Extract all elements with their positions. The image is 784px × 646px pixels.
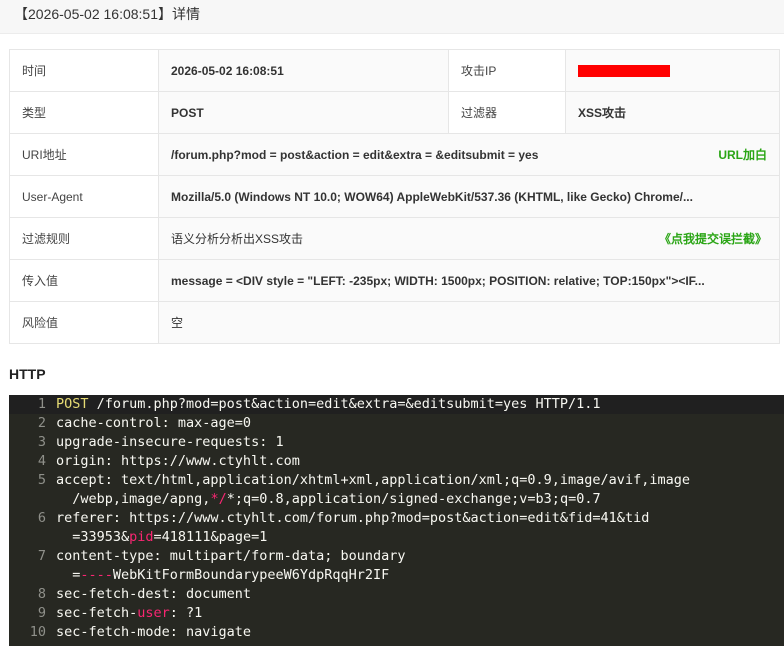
code-token: =418111&page=1 (153, 529, 268, 545)
table-row: 类型 POST 过滤器 XSS攻击 (9, 91, 780, 134)
code-token: = (56, 567, 81, 583)
code-text: sec-fetch-dest: document (56, 585, 784, 604)
detail-title-bar: 【2026-05-02 16:08:51】详情 (0, 0, 784, 34)
line-number: 4 (37, 453, 46, 469)
code-token: /webp,image/apng, (56, 491, 211, 507)
http-code-viewer[interactable]: 1 POST /forum.php?mod=post&action=edit&ex… (9, 395, 784, 646)
filter-rule-cell: 语义分析分析出XSS攻击 《点我提交误拦截》 (158, 217, 780, 260)
table-row: User-Agent Mozilla/5.0 (Windows NT 10.0;… (9, 175, 780, 218)
code-token: sec-fetch-mode: navigate (56, 624, 252, 640)
detail-table: 时间 2026-05-02 16:08:51 攻击IP 类型 POST 过滤器 … (9, 49, 780, 344)
code-token: */ (210, 491, 227, 507)
http-heading: HTTP (9, 366, 46, 382)
filter-label: 过滤器 (448, 91, 566, 134)
code-line: 2 cache-control: max-age=0 (9, 414, 784, 433)
line-number: 8 (37, 586, 46, 602)
table-row: 传入值 message = <DIV style = "LEFT: -235px… (9, 259, 780, 302)
line-number: 6 (37, 510, 46, 526)
code-line: 8 sec-fetch-dest: document (9, 585, 784, 604)
http-method-token: POST (56, 396, 89, 412)
code-token: content-type: multipart/form-data; bound… (56, 548, 406, 564)
attack-ip-label: 攻击IP (448, 49, 566, 92)
table-row: 时间 2026-05-02 16:08:51 攻击IP (9, 49, 780, 92)
code-line: /webp,image/apng,*/*;q=0.8,application/s… (9, 490, 784, 509)
code-line: 4 origin: https://www.ctyhlt.com (9, 452, 784, 471)
input-value: message = <DIV style = "LEFT: -235px; WI… (158, 259, 780, 302)
page-title: 【2026-05-02 16:08:51】详情 (14, 6, 200, 22)
time-label: 时间 (9, 49, 159, 92)
line-number: 7 (37, 548, 46, 564)
code-line: 3 upgrade-insecure-requests: 1 (9, 433, 784, 452)
code-token: WebKitFormBoundarypeeW6YdpRqqHr2IF (112, 567, 390, 583)
filter-rule-value: 语义分析分析出XSS攻击 (171, 232, 304, 246)
line-number (9, 490, 56, 509)
code-line: =33953&pid=418111&page=1 (9, 528, 784, 547)
code-token: =33953& (56, 529, 130, 545)
time-value: 2026-05-02 16:08:51 (158, 49, 449, 92)
code-line: 10 sec-fetch-mode: navigate (9, 623, 784, 642)
filter-value: XSS攻击 (565, 91, 780, 134)
line-number: 10 (29, 624, 46, 640)
code-text: /webp,image/apng,*/*;q=0.8,application/s… (56, 490, 784, 509)
code-text: =33953&pid=418111&page=1 (56, 528, 784, 547)
code-text: referer: https://www.ctyhlt.com/forum.ph… (56, 509, 784, 528)
code-token: pid (129, 529, 154, 545)
redacted-ip-block (578, 65, 670, 78)
code-text: content-type: multipart/form-data; bound… (56, 547, 784, 566)
line-number: 1 (37, 396, 46, 412)
code-line: 1 POST /forum.php?mod=post&action=edit&ex… (9, 395, 784, 414)
user-agent-value: Mozilla/5.0 (Windows NT 10.0; WOW64) App… (158, 175, 780, 218)
code-token: cache-control: max-age=0 (56, 415, 252, 431)
uri-cell: /forum.php?mod = post&action = edit&extr… (158, 133, 780, 176)
risk-label: 风险值 (9, 301, 159, 344)
line-number (9, 566, 56, 585)
code-token: referer: https://www.ctyhlt.com/forum.ph… (56, 510, 650, 526)
uri-value: /forum.php?mod = post&action = edit&extr… (171, 147, 539, 162)
uri-label: URI地址 (9, 133, 159, 176)
code-token: sec-fetch-dest: document (56, 586, 252, 602)
line-number (9, 528, 56, 547)
report-false-positive-link[interactable]: 《点我提交误拦截》 (659, 230, 767, 247)
code-text: =----WebKitFormBoundarypeeW6YdpRqqHr2IF (56, 566, 784, 585)
code-token: user (137, 605, 170, 621)
type-label: 类型 (9, 91, 159, 134)
code-line: 7 content-type: multipart/form-data; boun… (9, 547, 784, 566)
code-token: sec-fetch- (56, 605, 138, 621)
code-line: 5 accept: text/html,application/xhtml+xml… (9, 471, 784, 490)
line-number: 3 (37, 434, 46, 450)
code-text: sec-fetch-mode: navigate (56, 623, 784, 642)
attack-ip-value (565, 49, 780, 92)
code-text: sec-fetch-user: ?1 (56, 604, 784, 623)
code-text: POST /forum.php?mod=post&action=edit&ext… (56, 395, 784, 414)
code-token: /forum.php?mod=post&action=edit&extra=&e… (88, 396, 601, 412)
url-whitelist-link[interactable]: URL加白 (718, 146, 767, 163)
input-value-label: 传入值 (9, 259, 159, 302)
code-line: 6 referer: https://www.ctyhlt.com/forum.p… (9, 509, 784, 528)
type-value: POST (158, 91, 449, 134)
code-text: accept: text/html,application/xhtml+xml,… (56, 471, 784, 490)
table-row: 风险值 空 (9, 301, 780, 344)
line-number: 2 (37, 415, 46, 431)
risk-value: 空 (158, 301, 780, 344)
code-text: upgrade-insecure-requests: 1 (56, 433, 784, 452)
code-token: upgrade-insecure-requests: 1 (56, 434, 284, 450)
code-token: *;q=0.8,application/signed-exchange;v=b3… (226, 491, 601, 507)
code-token: accept: text/html,application/xhtml+xml,… (56, 472, 690, 488)
code-token: ---- (80, 567, 113, 583)
code-token: : ?1 (169, 605, 203, 621)
filter-rule-label: 过滤规则 (9, 217, 159, 260)
code-token: origin: https://www.ctyhlt.com (56, 453, 300, 469)
table-row: URI地址 /forum.php?mod = post&action = edi… (9, 133, 780, 176)
line-number: 5 (37, 472, 46, 488)
code-line: 9 sec-fetch-user: ?1 (9, 604, 784, 623)
line-number: 9 (37, 605, 46, 621)
code-line: =----WebKitFormBoundarypeeW6YdpRqqHr2IF (9, 566, 784, 585)
table-row: 过滤规则 语义分析分析出XSS攻击 《点我提交误拦截》 (9, 217, 780, 260)
code-text: origin: https://www.ctyhlt.com (56, 452, 784, 471)
user-agent-label: User-Agent (9, 175, 159, 218)
code-text: cache-control: max-age=0 (56, 414, 784, 433)
